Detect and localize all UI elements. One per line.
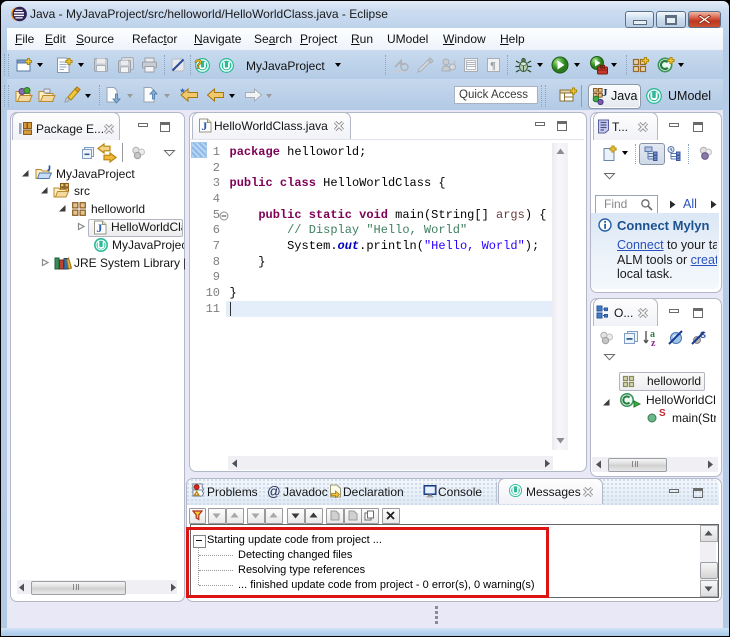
svg-text:?: ? [194,57,202,72]
svg-text:J: J [201,119,207,133]
svg-text:¶: ¶ [490,60,496,72]
svg-text:J: J [602,87,608,99]
svg-text:z: z [651,338,656,347]
svg-text:J: J [96,221,102,235]
